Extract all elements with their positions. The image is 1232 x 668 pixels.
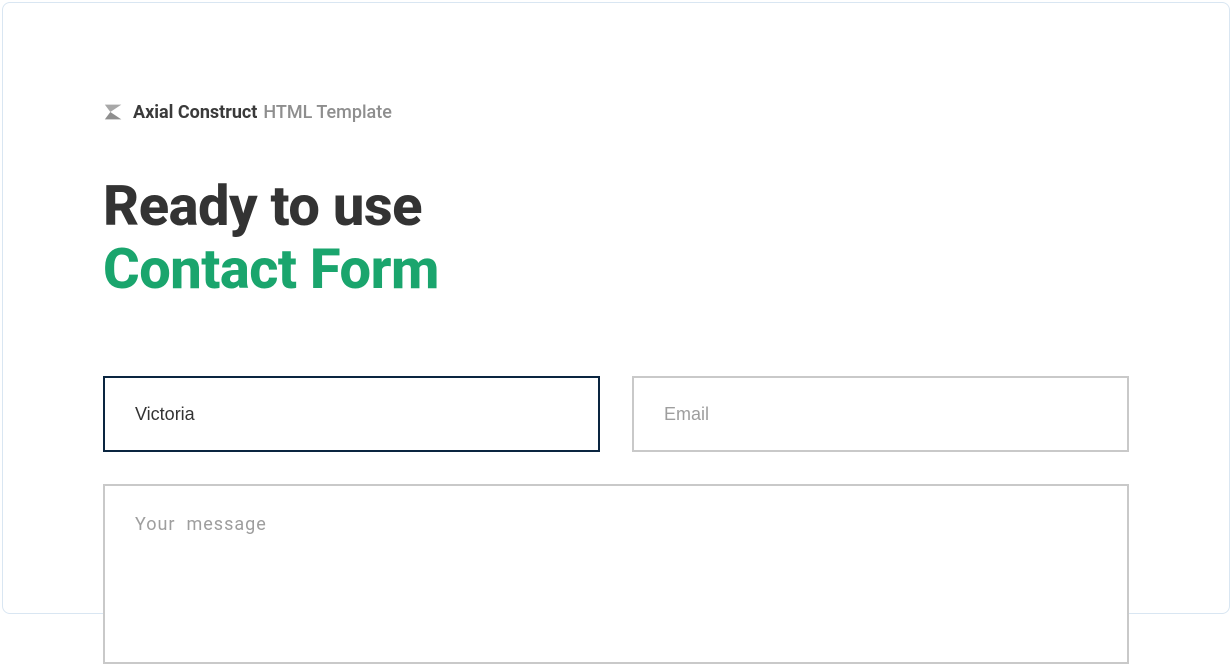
brand-logo-icon (103, 101, 125, 123)
message-textarea[interactable] (103, 484, 1129, 664)
heading-line-1: Ready to use (103, 175, 1129, 238)
brand-suffix: HTML Template (263, 102, 392, 123)
page-heading: Ready to use Contact Form (103, 175, 1129, 300)
form-row-top (103, 376, 1129, 452)
card-container: Axial Construct HTML Template Ready to u… (2, 2, 1230, 614)
name-input[interactable] (103, 376, 600, 452)
heading-line-2: Contact Form (103, 238, 1129, 301)
brand-name: Axial Construct (133, 102, 257, 123)
brand-row: Axial Construct HTML Template (103, 101, 1129, 123)
brand-text: Axial Construct HTML Template (133, 102, 392, 123)
email-input[interactable] (632, 376, 1129, 452)
